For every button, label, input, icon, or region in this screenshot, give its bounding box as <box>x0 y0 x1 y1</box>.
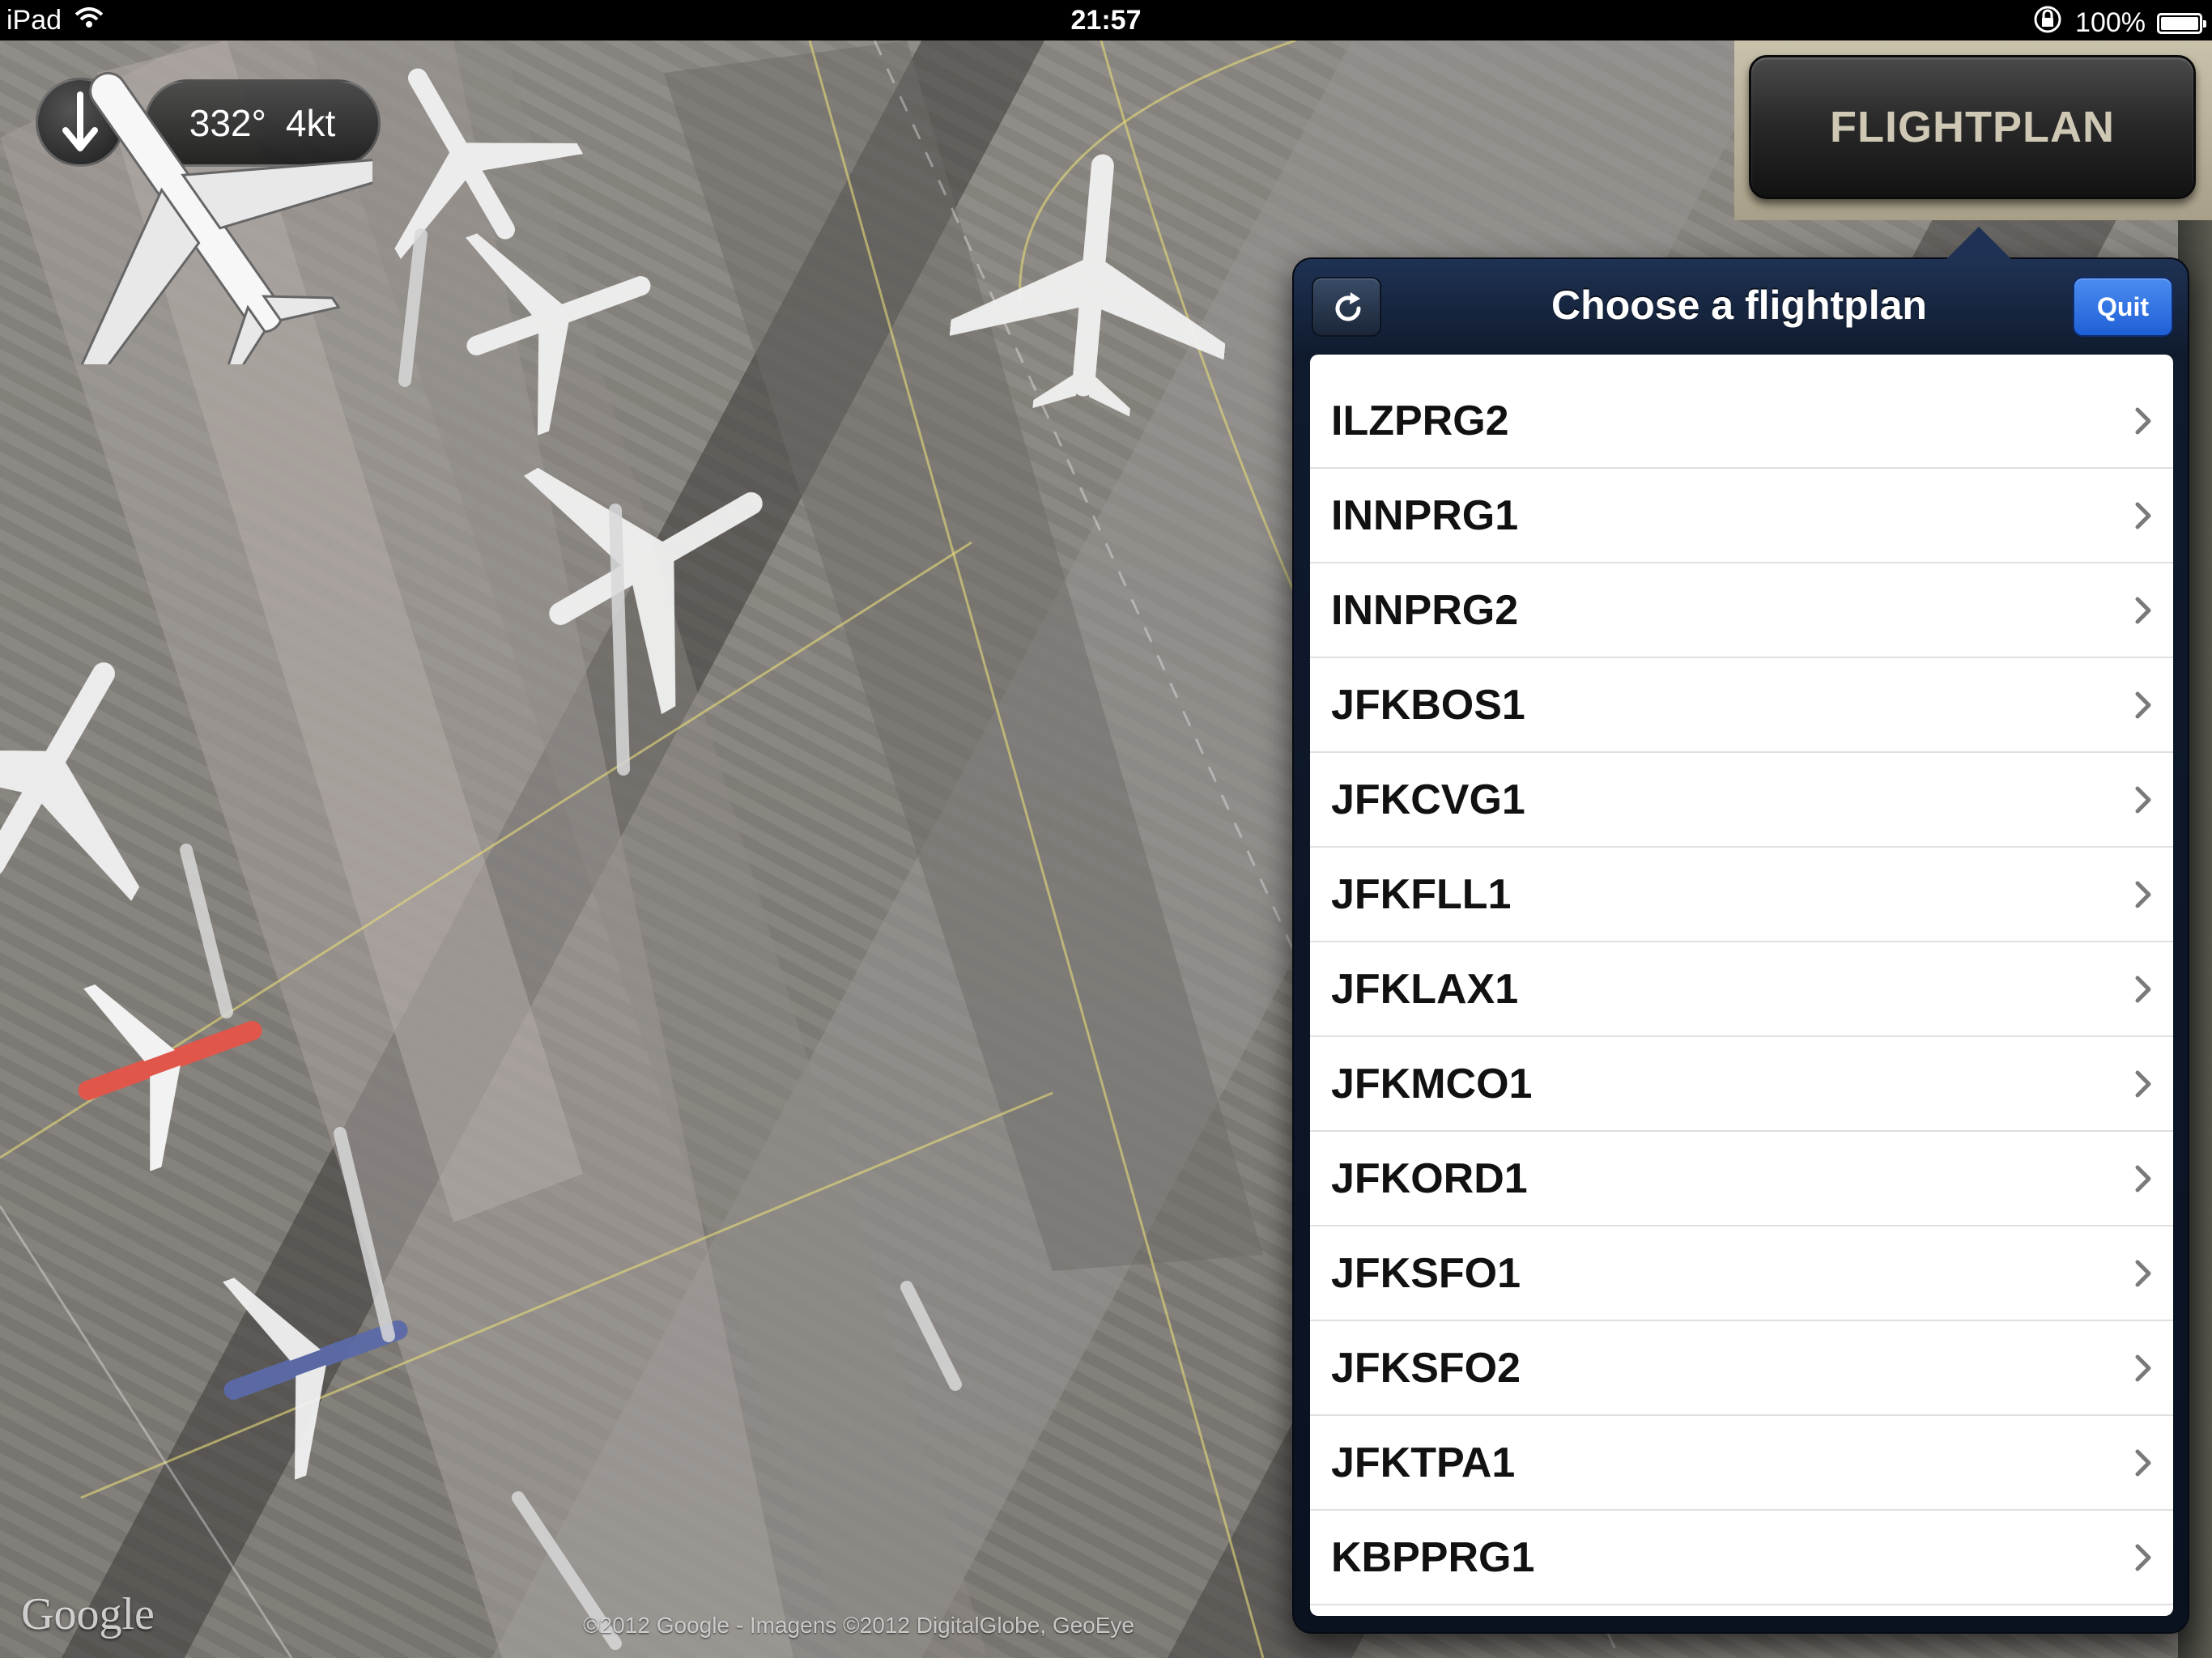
list-item[interactable]: ILZPRG2 <box>1310 374 2173 469</box>
list-item-label: ILZPRG2 <box>1331 397 1509 444</box>
list-item-label: JFKFLL1 <box>1331 870 1512 918</box>
list-item-label: KBPPRG1 <box>1331 1533 1535 1581</box>
list-item[interactable]: INNPRG2 <box>1310 563 2173 658</box>
status-right: 100% <box>2031 5 2206 41</box>
chevron-right-icon <box>2135 1354 2151 1381</box>
list-item-label: JFKMCO1 <box>1331 1060 1533 1107</box>
refresh-button[interactable] <box>1312 277 1381 337</box>
list-item[interactable]: KBPPRG1 <box>1310 1511 2173 1605</box>
list-item[interactable]: JFKSFO2 <box>1310 1321 2173 1416</box>
list-item[interactable]: JFKCVG1 <box>1310 753 2173 848</box>
chevron-right-icon <box>2135 976 2151 1002</box>
flightplan-panel: FLIGHTPLAN <box>1734 40 2212 220</box>
chevron-right-icon <box>2135 786 2151 813</box>
list-item[interactable]: JFKMCO1 <box>1310 1037 2173 1132</box>
list-item-label: JFKCVG1 <box>1331 776 1525 823</box>
list-item[interactable]: JFKLAX1 <box>1310 942 2173 1037</box>
map-attribution: ©2012 Google - Imagens ©2012 DigitalGlob… <box>583 1613 1134 1638</box>
refresh-icon <box>1335 292 1361 321</box>
list-item-label: INNPRG2 <box>1331 586 1519 634</box>
rotation-lock-icon <box>2031 5 2064 41</box>
google-logo: Google <box>21 1589 155 1639</box>
list-item-label: JFKORD1 <box>1331 1154 1528 1202</box>
chevron-right-icon <box>2135 597 2151 623</box>
list-item-label: JFKBOS1 <box>1331 681 1525 729</box>
flightplan-popover: Choose a flightplan Quit ILZPRG2 INNPRG1… <box>1292 257 2189 1634</box>
list-item[interactable]: JFKORD1 <box>1310 1132 2173 1226</box>
chevron-right-icon <box>2135 1165 2151 1192</box>
chevron-right-icon <box>2135 1544 2151 1571</box>
list-item[interactable]: JFKSFO1 <box>1310 1226 2173 1321</box>
battery-percent: 100% <box>2075 7 2146 38</box>
flightplan-list[interactable]: ILZPRG2 INNPRG1 INNPRG2 JFKBOS1 JFKCVG1 … <box>1310 355 2173 1616</box>
list-item-label: JFKLAX1 <box>1331 965 1519 1013</box>
list-item-label: JFKSFO2 <box>1331 1344 1521 1392</box>
status-time: 21:57 <box>1070 5 1142 36</box>
list-item[interactable]: JFKFLL1 <box>1310 848 2173 942</box>
list-item[interactable]: INNPRG1 <box>1310 469 2173 563</box>
chevron-right-icon <box>2135 1260 2151 1286</box>
flightplan-button[interactable]: FLIGHTPLAN <box>1749 55 2196 199</box>
popover-header: Choose a flightplan Quit <box>1294 259 2188 356</box>
player-airplane-icon[interactable] <box>0 40 372 364</box>
popover-title: Choose a flightplan <box>1551 283 1927 328</box>
chevron-right-icon <box>2135 881 2151 908</box>
list-item-label: INNPRG1 <box>1331 491 1519 539</box>
quit-button[interactable]: Quit <box>2073 277 2173 337</box>
list-item[interactable]: JFKBOS1 <box>1310 658 2173 753</box>
battery-icon <box>2157 12 2206 34</box>
popover-arrow <box>1945 227 2013 261</box>
list-item-label: JFKSFO1 <box>1331 1249 1521 1297</box>
chevron-right-icon <box>2135 1070 2151 1097</box>
list-item-label: JFKTPA1 <box>1331 1439 1516 1486</box>
chevron-right-icon <box>2135 1449 2151 1476</box>
chevron-right-icon <box>2135 407 2151 434</box>
status-bar: iPad 21:57 100% <box>0 0 2212 40</box>
chevron-right-icon <box>2135 502 2151 529</box>
chevron-right-icon <box>2135 691 2151 718</box>
list-item[interactable]: JFKTPA1 <box>1310 1416 2173 1511</box>
